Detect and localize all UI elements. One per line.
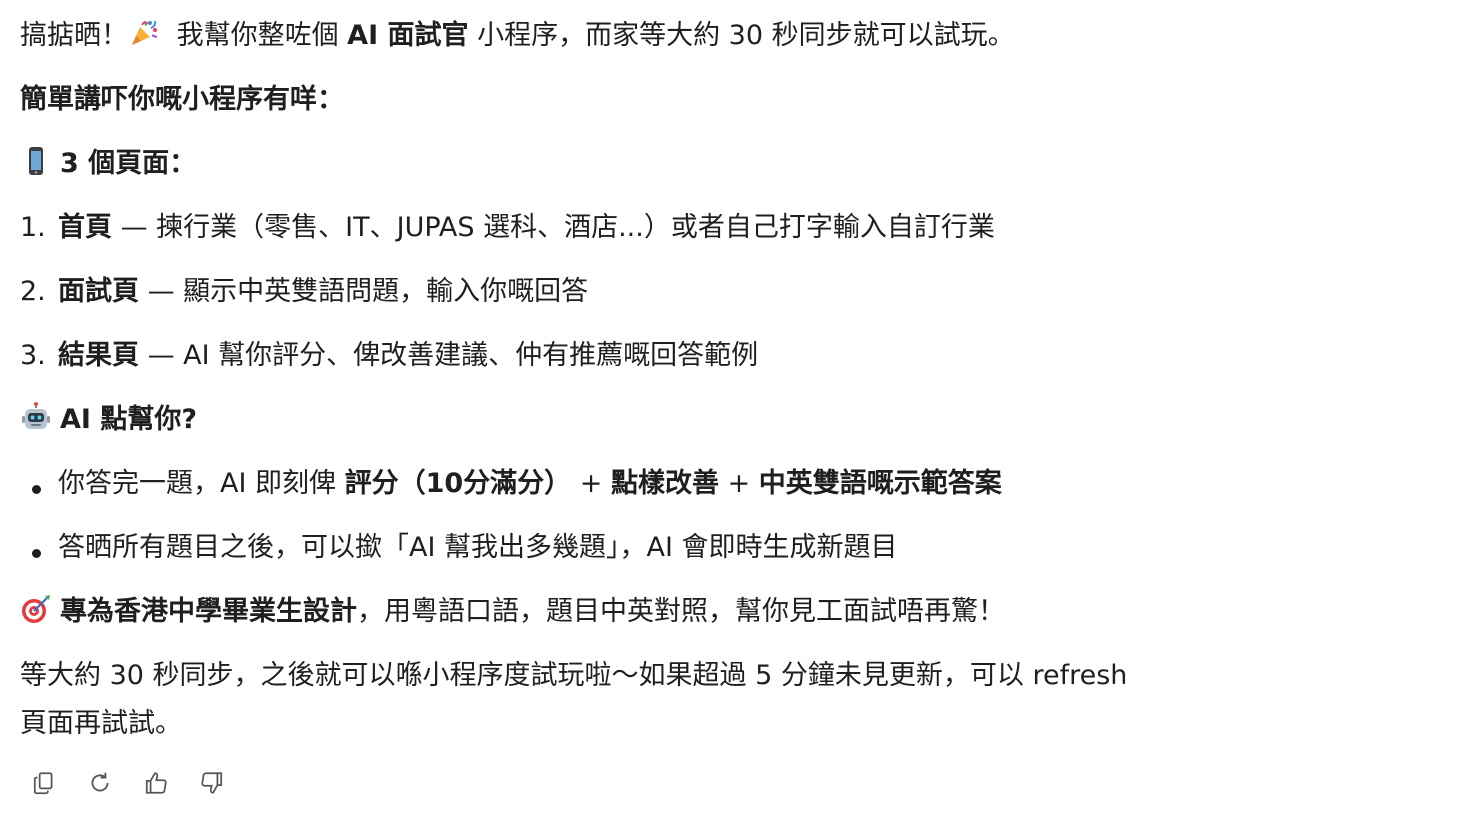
bullet-bold: 點樣改善 <box>610 468 719 499</box>
list-number: 2. <box>20 276 46 307</box>
intro-text-2: 我幫你整咗個 <box>168 20 348 51</box>
list-item: 1. 首頁 — 揀行業（零售、IT、JUPAS 選科、酒店...）或者自己打字輸入… <box>20 208 995 248</box>
intro-line: 搞掂晒！ 我幫你整咗個 AI 面試官 小程序，而家等大約 30 秒同步就可以試玩… <box>20 16 1015 56</box>
list-item: 3. 結果頁 — AI 幫你評分、俾改善建議、仲有推薦嘅回答範例 <box>20 336 758 376</box>
thumbs-up-icon <box>143 770 169 803</box>
intro-bold: AI 面試官 <box>347 20 469 51</box>
target-bold: 專為香港中學畢業生設計 <box>60 596 357 627</box>
list-item: 你答完一題，AI 即刻俾 評分（10分滿分） + 點樣改善 + 中英雙語嘅示範答… <box>20 464 1002 504</box>
bullet-text: + <box>571 468 611 499</box>
regenerate-button[interactable] <box>84 770 116 802</box>
target-text: ，用粵語口語，題目中英對照，幫你見工面試唔再驚！ <box>357 596 1005 627</box>
list-item: 答晒所有題目之後，可以撳「AI 幫我出多幾題」，AI 會即時生成新題目 <box>20 528 898 568</box>
page-title: 面試頁 <box>58 276 139 307</box>
party-popper-icon <box>128 17 160 49</box>
pages-heading: 3 個頁面： <box>60 148 197 179</box>
mobile-phone-icon <box>20 145 52 177</box>
summary-heading: 簡單講吓你嘅小程序有咩： <box>20 84 344 115</box>
intro-text-1: 搞掂晒！ <box>20 20 128 51</box>
bullet-text: 你答完一題，AI 即刻俾 <box>58 468 345 499</box>
ai-heading-line: AI 點幫你? <box>20 400 197 440</box>
ai-heading: AI 點幫你? <box>60 404 198 435</box>
page-title: 結果頁 <box>58 340 139 371</box>
pages-heading-line: 3 個頁面： <box>20 144 196 184</box>
target-dart-icon <box>20 593 52 625</box>
thumbs-down-icon <box>199 770 225 803</box>
page-desc: — AI 幫你評分、俾改善建議、仲有推薦嘅回答範例 <box>139 340 759 371</box>
intro-text-3: 小程序，而家等大約 30 秒同步就可以試玩。 <box>468 20 1015 51</box>
list-item: 2. 面試頁 — 顯示中英雙語問題，輸入你嘅回答 <box>20 272 588 312</box>
bullet-bold: 中英雙語嘅示範答案 <box>758 468 1002 499</box>
robot-icon <box>20 401 52 433</box>
list-number: 1. <box>20 212 46 243</box>
target-line: 專為香港中學畢業生設計，用粵語口語，題目中英對照，幫你見工面試唔再驚！ <box>20 592 1005 632</box>
footer-line-2: 頁面再試試。 <box>20 708 182 739</box>
message-actions <box>28 770 228 802</box>
bullet-bold: 評分（10分滿分） <box>344 468 572 499</box>
dislike-button[interactable] <box>196 770 228 802</box>
bullet-text: + <box>718 468 759 499</box>
bullet-text: 答晒所有題目之後，可以撳「AI 幫我出多幾題」，AI 會即時生成新題目 <box>58 532 898 563</box>
copy-icon <box>31 770 57 803</box>
footer-line-1: 等大約 30 秒同步，之後就可以喺小程序度試玩啦～如果超過 5 分鐘未見更新，可… <box>20 660 1128 691</box>
page-title: 首頁 <box>58 212 112 243</box>
page-desc: — 揀行業（零售、IT、JUPAS 選科、酒店...）或者自己打字輸入自訂行業 <box>112 212 995 243</box>
regenerate-icon <box>87 770 113 803</box>
like-button[interactable] <box>140 770 172 802</box>
list-number: 3. <box>20 340 46 371</box>
copy-button[interactable] <box>28 770 60 802</box>
page-desc: — 顯示中英雙語問題，輸入你嘅回答 <box>139 276 589 307</box>
